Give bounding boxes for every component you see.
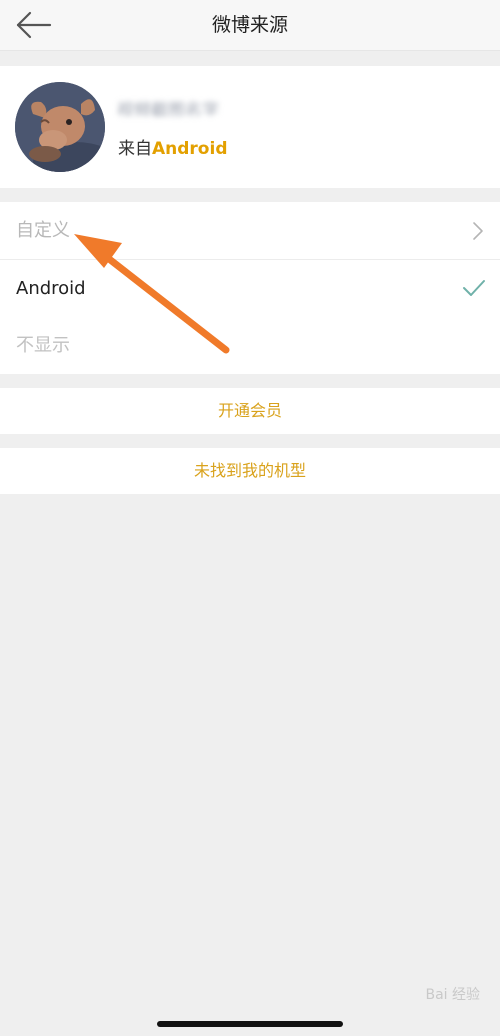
option-custom[interactable]: 自定义	[0, 202, 500, 260]
source-prefix: 来自	[118, 139, 152, 159]
avatar-image	[15, 82, 105, 172]
option-android-label: Android	[16, 278, 86, 299]
source-device: Android	[152, 139, 228, 159]
option-hide[interactable]: 不显示	[0, 317, 500, 374]
profile-card: 视频截图名字 来自Android	[0, 66, 500, 188]
checkmark-icon	[463, 280, 485, 296]
option-custom-label: 自定义	[16, 220, 70, 241]
option-hide-label: 不显示	[16, 335, 70, 356]
source-line: 来自Android	[118, 134, 228, 159]
watermark: Bai 经验	[425, 987, 480, 1003]
page-title: 微博来源	[211, 14, 288, 36]
home-indicator	[157, 1021, 343, 1027]
chevron-right-icon	[473, 222, 483, 240]
open-vip-button[interactable]: 开通会员	[0, 388, 500, 434]
username: 视频截图名字	[117, 101, 219, 116]
option-android[interactable]: Android	[0, 260, 500, 317]
model-not-found-button[interactable]: 未找到我的机型	[0, 448, 500, 494]
source-options: 自定义 Android 不显示	[0, 202, 500, 374]
nav-bar: 微博来源	[0, 0, 500, 51]
avatar[interactable]	[15, 82, 105, 172]
